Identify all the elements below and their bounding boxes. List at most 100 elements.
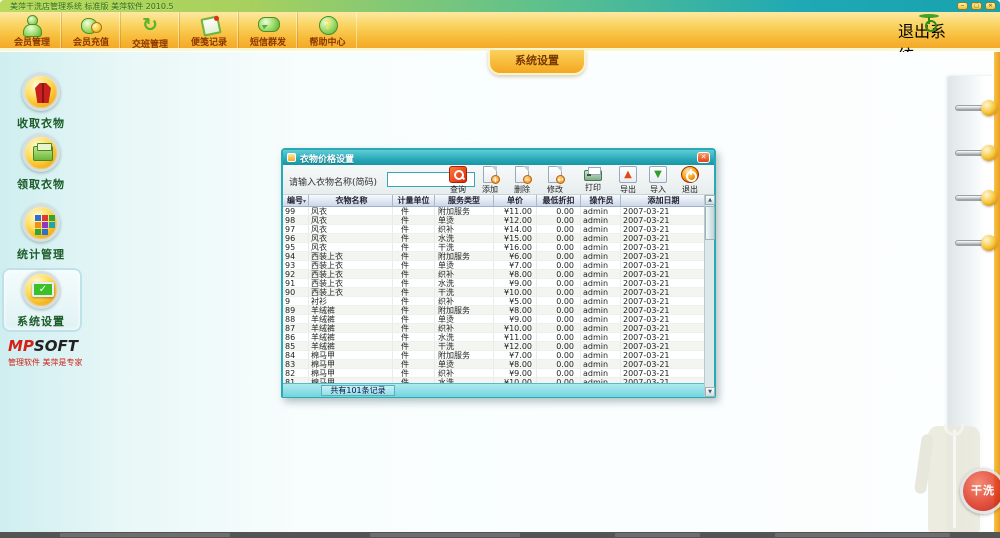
dialog-icon — [287, 153, 296, 162]
taskbar-item[interactable] — [60, 533, 230, 537]
cell-id: 87 — [283, 324, 309, 332]
cell-name: 西装上衣 — [309, 288, 393, 296]
sidebar-item-statistics[interactable]: 统计管理 — [0, 204, 82, 262]
delete-page-icon: − — [515, 166, 529, 183]
modify-page-icon: ↩ — [548, 166, 562, 183]
toolbar-item-member-recharge[interactable]: 会员充值 — [62, 12, 121, 48]
toolbar-item-note-record[interactable]: 便笺记录 — [180, 12, 239, 48]
cell-id: 97 — [283, 225, 309, 233]
tab-system-settings[interactable]: 系统设置 — [488, 50, 586, 75]
scrollbar-thumb[interactable] — [705, 206, 715, 240]
taskbar-item[interactable] — [370, 533, 520, 537]
cell-operator: admin — [581, 360, 621, 368]
toolbar-item-member-manage[interactable]: 会员管理 — [3, 12, 62, 48]
cell-price: ¥15.00 — [494, 234, 537, 242]
cell-service: 织补 — [435, 225, 494, 233]
table-row[interactable]: 86 羊绒裤 件 水洗 ¥11.00 0.00 admin 2007-03-21 — [283, 333, 704, 342]
column-header-unit[interactable]: 计量单位 — [393, 195, 435, 206]
table-row[interactable]: 87 羊绒裤 件 织补 ¥10.00 0.00 admin 2007-03-21 — [283, 324, 704, 333]
table-row[interactable]: 99 风衣 件 附加服务 ¥11.00 0.00 admin 2007-03-2… — [283, 207, 704, 216]
table-row[interactable]: 90 西装上衣 件 干洗 ¥10.00 0.00 admin 2007-03-2… — [283, 288, 704, 297]
taskbar-item[interactable] — [615, 533, 700, 537]
table-row[interactable]: 96 风衣 件 水洗 ¥15.00 0.00 admin 2007-03-21 — [283, 234, 704, 243]
close-icon[interactable]: ✕ — [985, 2, 996, 10]
cell-name: 西装上衣 — [309, 270, 393, 278]
cell-unit: 件 — [393, 369, 435, 377]
cell-price: ¥8.00 — [494, 270, 537, 278]
cell-unit: 件 — [393, 243, 435, 251]
export-button[interactable]: ▲ 导出 — [612, 166, 644, 194]
cell-price: ¥16.00 — [494, 243, 537, 251]
table-row[interactable]: 93 西装上衣 件 单烫 ¥7.00 0.00 admin 2007-03-21 — [283, 261, 704, 270]
table-row[interactable]: 89 羊绒裤 件 附加服务 ¥8.00 0.00 admin 2007-03-2… — [283, 306, 704, 315]
cell-unit: 件 — [393, 288, 435, 296]
toolbar-item-sms-send[interactable]: 短信群发 — [239, 12, 298, 48]
table-row[interactable]: 83 棉马甲 件 单烫 ¥8.00 0.00 admin 2007-03-21 — [283, 360, 704, 369]
toolbar-item-shift-manage[interactable]: 交班管理 — [121, 12, 180, 48]
toolbar-item-help-center[interactable]: 帮助中心 — [298, 12, 357, 48]
column-header-date[interactable]: 添加日期 — [621, 195, 704, 206]
sidebar-item-collect-clothes[interactable]: 领取衣物 — [0, 134, 82, 192]
cell-name: 西装上衣 — [309, 279, 393, 287]
cell-date: 2007-03-21 — [621, 234, 704, 242]
sidebar-item-system-settings[interactable]: ✓ 系统设置 — [0, 271, 82, 329]
cell-name: 棉马甲 — [309, 351, 393, 359]
search-icon — [449, 166, 467, 183]
taskbar-item[interactable] — [775, 533, 950, 537]
modify-button[interactable]: ↩ 修改 — [539, 166, 571, 194]
column-header-price[interactable]: 单价 — [494, 195, 537, 206]
table-row[interactable]: 84 棉马甲 件 附加服务 ¥7.00 0.00 admin 2007-03-2… — [283, 351, 704, 360]
box-icon — [22, 134, 60, 172]
table-vertical-scrollbar[interactable]: ▲ ▼ — [704, 195, 714, 397]
column-header-name[interactable]: 衣物名称 — [309, 195, 393, 206]
table-row[interactable]: 91 西装上衣 件 水洗 ¥9.00 0.00 admin 2007-03-21 — [283, 279, 704, 288]
table-row[interactable]: 97 风衣 件 织补 ¥14.00 0.00 admin 2007-03-21 — [283, 225, 704, 234]
cell-price: ¥7.00 — [494, 351, 537, 359]
garment-watermark: 干洗 — [914, 422, 994, 532]
table-row[interactable]: 92 西装上衣 件 织补 ¥8.00 0.00 admin 2007-03-21 — [283, 270, 704, 279]
table-row[interactable]: 88 羊绒裤 件 单烫 ¥9.00 0.00 admin 2007-03-21 — [283, 315, 704, 324]
cell-date: 2007-03-21 — [621, 324, 704, 332]
cell-id: 98 — [283, 216, 309, 224]
maximize-icon[interactable]: □ — [971, 2, 982, 10]
cell-service: 单烫 — [435, 315, 494, 323]
dialog-close-icon[interactable]: ✕ — [697, 152, 710, 163]
column-header-operator[interactable]: 操作员 — [581, 195, 621, 206]
sidebar-item-receive-clothes[interactable]: 收取衣物 — [0, 73, 82, 131]
window-titlebar[interactable]: 美萍干洗店管理系统 标准版 美萍软件 2010.5 ─ □ ✕ — [0, 0, 1000, 12]
cell-date: 2007-03-21 — [621, 315, 704, 323]
cell-id: 93 — [283, 261, 309, 269]
cell-discount: 0.00 — [537, 270, 581, 278]
dialog-title: 衣物价格设置 — [300, 152, 354, 165]
table-row[interactable]: 82 棉马甲 件 织补 ¥9.00 0.00 admin 2007-03-21 — [283, 369, 704, 378]
column-header-id[interactable]: 编号▾ — [283, 195, 309, 206]
add-button[interactable]: + 添加 — [474, 166, 506, 194]
cell-service: 织补 — [435, 297, 494, 305]
import-button[interactable]: ▼ 导入 — [642, 166, 674, 194]
scroll-down-icon[interactable]: ▼ — [705, 387, 715, 397]
table-row[interactable]: 85 羊绒裤 件 干洗 ¥12.00 0.00 admin 2007-03-21 — [283, 342, 704, 351]
query-button[interactable]: 查询 — [442, 166, 474, 194]
table-row[interactable]: 98 风衣 件 单烫 ¥12.00 0.00 admin 2007-03-21 — [283, 216, 704, 225]
minimize-icon[interactable]: ─ — [957, 2, 968, 10]
column-header-discount[interactable]: 最低折扣 — [537, 195, 581, 206]
print-button[interactable]: 打印 — [577, 166, 609, 194]
delete-button[interactable]: − 删除 — [506, 166, 538, 194]
table-row[interactable]: 9 衬衫 件 织补 ¥5.00 0.00 admin 2007-03-21 — [283, 297, 704, 306]
column-header-service[interactable]: 服务类型 — [435, 195, 494, 206]
cell-service: 水洗 — [435, 234, 494, 242]
exit-system-button[interactable]: 退出系统 — [898, 12, 960, 48]
window-right-border — [994, 52, 1000, 532]
binder-ring-icon — [955, 235, 997, 251]
cell-id: 86 — [283, 333, 309, 341]
scroll-up-icon[interactable]: ▲ — [705, 195, 715, 205]
cell-discount: 0.00 — [537, 216, 581, 224]
dialog-titlebar[interactable]: 衣物价格设置 ✕ — [283, 150, 714, 165]
quit-button[interactable]: 退出 — [674, 166, 706, 194]
cell-id: 92 — [283, 270, 309, 278]
cell-name: 羊绒裤 — [309, 306, 393, 314]
table-row[interactable]: 94 西装上衣 件 附加服务 ¥6.00 0.00 admin 2007-03-… — [283, 252, 704, 261]
cell-service: 干洗 — [435, 342, 494, 350]
table-row[interactable]: 95 风衣 件 干洗 ¥16.00 0.00 admin 2007-03-21 — [283, 243, 704, 252]
cell-name: 羊绒裤 — [309, 315, 393, 323]
